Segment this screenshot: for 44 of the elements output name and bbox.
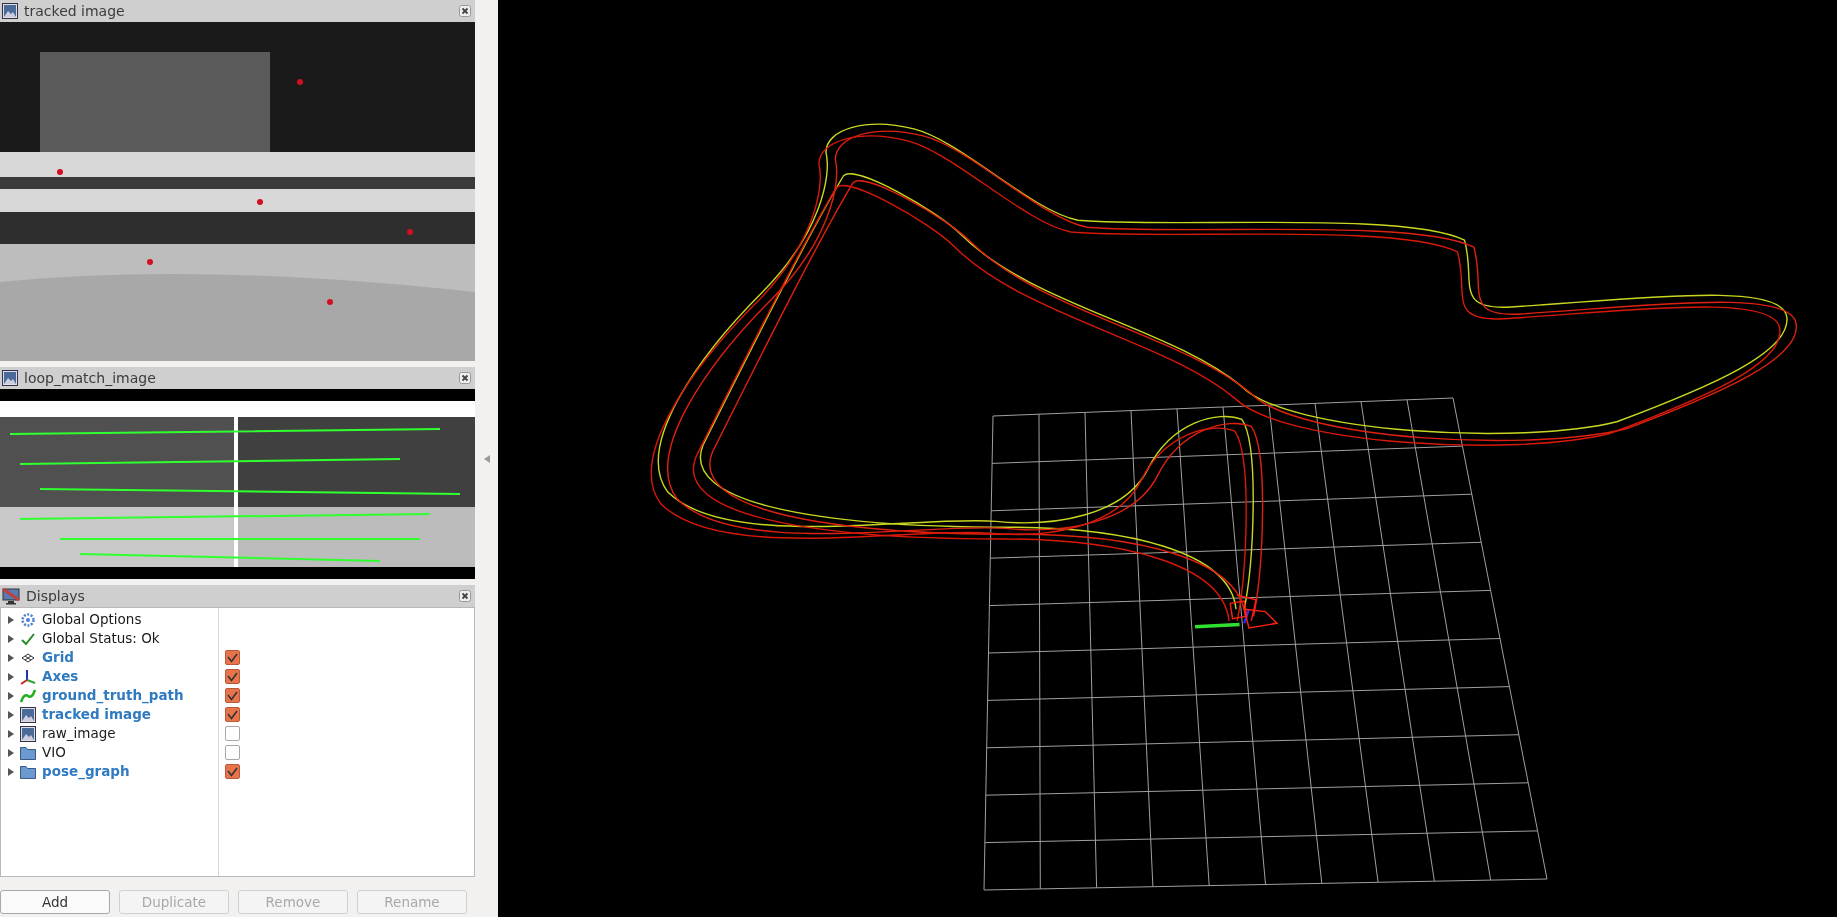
tree-item[interactable]: Global Status: Ok bbox=[42, 628, 160, 649]
checkbox[interactable] bbox=[225, 764, 240, 779]
tree-item[interactable]: Axes bbox=[42, 666, 79, 687]
expand-arrow-icon[interactable] bbox=[7, 691, 14, 700]
tree-item[interactable]: VIO bbox=[42, 742, 66, 763]
checkbox[interactable] bbox=[225, 707, 240, 722]
close-icon[interactable] bbox=[459, 372, 471, 384]
folder-icon bbox=[20, 764, 36, 779]
checkbox[interactable] bbox=[225, 745, 240, 760]
close-icon[interactable] bbox=[459, 5, 471, 17]
folder-icon bbox=[20, 745, 36, 760]
image-icon bbox=[20, 706, 36, 723]
panel-title: Displays bbox=[26, 586, 86, 606]
checkbox[interactable] bbox=[225, 688, 240, 703]
expand-arrow-icon[interactable] bbox=[7, 729, 14, 738]
path-icon bbox=[20, 688, 36, 703]
axes-icon bbox=[20, 668, 36, 685]
expand-arrow-icon[interactable] bbox=[7, 748, 14, 757]
tree-item[interactable]: pose_graph bbox=[42, 761, 130, 782]
tree-item[interactable]: ground_truth_path bbox=[42, 685, 184, 706]
checkbox[interactable] bbox=[225, 650, 240, 665]
close-icon[interactable] bbox=[459, 590, 471, 602]
tree-item[interactable]: tracked image bbox=[42, 704, 151, 725]
action-button[interactable]: Add bbox=[0, 890, 110, 914]
panel-title: loop_match_image bbox=[24, 368, 157, 388]
grid-icon bbox=[21, 652, 35, 663]
image-icon bbox=[2, 370, 18, 386]
panel-title: tracked image bbox=[24, 1, 126, 21]
image-icon bbox=[20, 725, 36, 742]
checkbox[interactable] bbox=[225, 669, 240, 684]
expand-arrow-icon[interactable] bbox=[7, 710, 14, 719]
monitor-icon bbox=[2, 587, 20, 605]
tree-item[interactable]: Grid bbox=[42, 647, 75, 668]
expand-arrow-icon[interactable] bbox=[7, 653, 14, 662]
expand-arrow-icon[interactable] bbox=[7, 634, 14, 643]
expand-arrow-icon[interactable] bbox=[7, 767, 14, 776]
expand-arrow-icon[interactable] bbox=[7, 615, 14, 624]
tree-item[interactable]: raw_image bbox=[42, 723, 116, 744]
image-icon bbox=[2, 3, 18, 19]
check-icon bbox=[21, 631, 35, 646]
gear-icon bbox=[21, 612, 35, 627]
checkbox[interactable] bbox=[225, 726, 240, 741]
tree-item[interactable]: Global Options bbox=[42, 609, 142, 630]
expand-arrow-icon[interactable] bbox=[7, 672, 14, 681]
